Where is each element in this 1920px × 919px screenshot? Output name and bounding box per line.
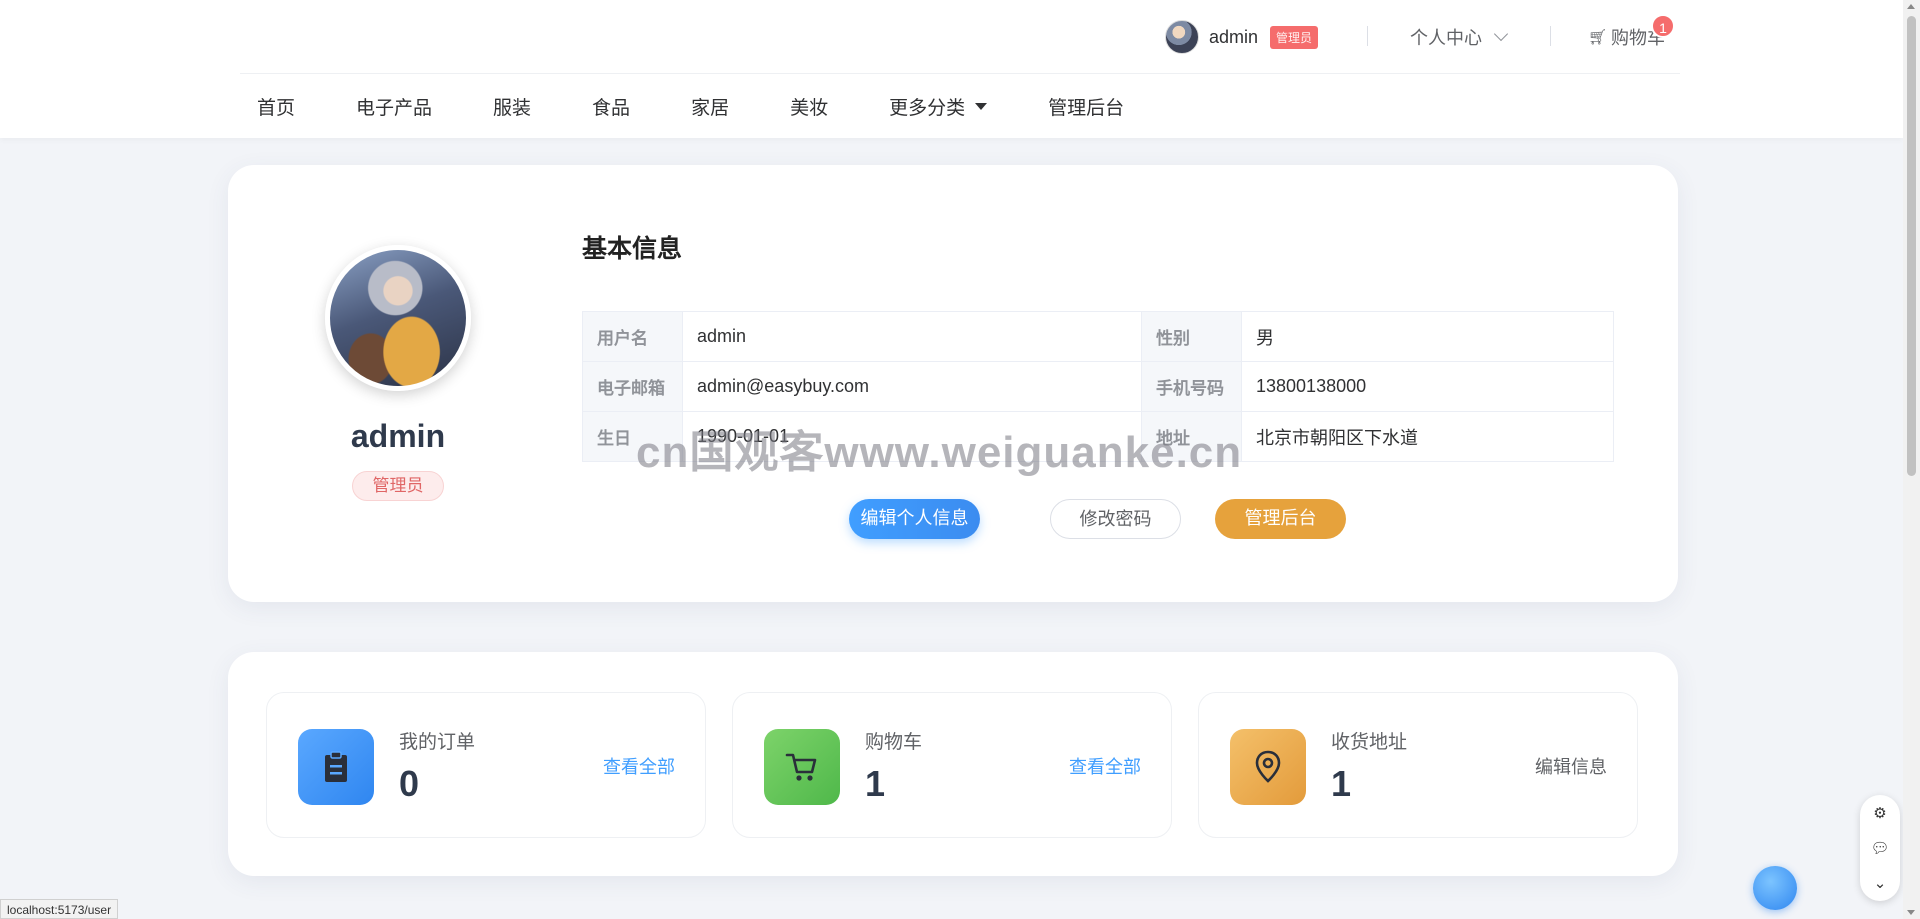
nav-item-clothing[interactable]: 服装: [493, 93, 531, 120]
watermark: cn国观客www.weiguanke.cn: [636, 428, 1243, 477]
edit-address-link[interactable]: 编辑信息: [1535, 753, 1607, 779]
orders-label: 我的订单: [399, 732, 476, 753]
cart-icon: 🛒︎: [1588, 29, 1608, 46]
nav-item-electronics[interactable]: 电子产品: [356, 93, 432, 120]
cart-count-badge: 1: [1651, 14, 1675, 38]
orders-count: 0: [399, 763, 420, 804]
cart-icon: [764, 729, 840, 805]
scroll-down-arrow[interactable]: [1907, 910, 1915, 915]
phone-value: 13800138000: [1241, 361, 1614, 412]
nav-item-home-living[interactable]: 家居: [691, 93, 729, 120]
profile-role-badge: 管理员: [352, 471, 444, 501]
profile-name: admin: [350, 418, 446, 454]
profile-actions: 编辑个人信息 修改密码 管理后台: [228, 499, 1678, 539]
nav-item-more-categories[interactable]: 更多分类: [889, 93, 988, 120]
main-nav: 首页 电子产品 服装 食品 家居 美妆 更多分类 管理后台: [240, 74, 1168, 138]
divider: [1550, 26, 1551, 46]
email-value: admin@easybuy.com: [682, 361, 1142, 412]
avatar[interactable]: [1165, 20, 1199, 54]
nav-item-beauty[interactable]: 美妆: [790, 93, 828, 120]
profile-avatar[interactable]: [325, 245, 471, 391]
username-label: 用户名: [582, 311, 683, 362]
orders-stat: 我的订单 0 查看全部: [266, 692, 706, 838]
gender-label: 性别: [1141, 311, 1242, 362]
cart-stat: 购物车 1 查看全部: [732, 692, 1172, 838]
address-stat-label: 收货地址: [1331, 732, 1408, 753]
profile-card: admin 管理员 基本信息 用户名 admin 性别 男 电子邮箱 admin…: [228, 165, 1678, 602]
divider: [1367, 26, 1368, 46]
basic-info-title: 基本信息: [582, 235, 683, 263]
caret-down-icon: [975, 102, 988, 110]
address-stat: 收货地址 1 编辑信息: [1198, 692, 1638, 838]
chevron-down-icon: [1493, 26, 1509, 42]
cart-stat-count: 1: [865, 763, 886, 804]
email-label: 电子邮箱: [582, 361, 683, 412]
table-row: 用户名 admin 性别 男: [582, 311, 1614, 362]
assistant-float-button[interactable]: [1753, 866, 1797, 910]
location-icon: [1230, 729, 1306, 805]
chevron-down-icon[interactable]: ⌄: [1874, 874, 1887, 892]
username-value: admin: [682, 311, 1142, 362]
table-row: 电子邮箱 admin@easybuy.com 手机号码 13800138000: [582, 361, 1614, 412]
admin-panel-button[interactable]: 管理后台: [1215, 499, 1346, 539]
address-value: 北京市朝阳区下水道: [1241, 411, 1614, 462]
scrollbar-thumb[interactable]: [1907, 16, 1916, 476]
scrollbar[interactable]: [1903, 0, 1920, 919]
personal-center-dropdown[interactable]: 个人中心: [1410, 24, 1509, 50]
nav-item-home[interactable]: 首页: [257, 93, 295, 120]
chat-icon[interactable]: 💬︎: [1870, 839, 1889, 857]
clipboard-icon: [298, 729, 374, 805]
change-password-button[interactable]: 修改密码: [1050, 499, 1181, 539]
phone-label: 手机号码: [1141, 361, 1242, 412]
role-badge: 管理员: [1270, 25, 1319, 49]
edit-profile-button[interactable]: 编辑个人信息: [849, 499, 980, 539]
address-stat-count: 1: [1331, 763, 1352, 804]
status-bar-url: localhost:5173/user: [0, 899, 119, 919]
nav-more-label: 更多分类: [889, 97, 966, 119]
stats-card: 我的订单 0 查看全部 购物车 1 查看全部 收货地址 1 编辑信息: [228, 652, 1678, 876]
nav-item-admin[interactable]: 管理后台: [1048, 93, 1124, 120]
gear-icon[interactable]: ⚙: [1873, 804, 1886, 822]
nav-item-food[interactable]: 食品: [592, 93, 630, 120]
site-header: admin 管理员 个人中心 🛒︎ 购物车 1 首页 电子产品 服装 食品 家居…: [0, 0, 1903, 138]
header-username[interactable]: admin: [1209, 27, 1258, 48]
top-bar: admin 管理员 个人中心 🛒︎ 购物车 1: [240, 0, 1680, 74]
personal-center-label: 个人中心: [1410, 28, 1482, 48]
scroll-up-arrow[interactable]: [1907, 4, 1915, 9]
user-menu[interactable]: admin 管理员: [1165, 20, 1319, 54]
cart-stat-label: 购物车: [865, 732, 923, 753]
view-all-orders-link[interactable]: 查看全部: [603, 753, 675, 779]
view-all-cart-link[interactable]: 查看全部: [1069, 753, 1141, 779]
gender-value: 男: [1241, 311, 1614, 362]
floating-toolbar: ⚙ 💬︎ ⌄: [1860, 795, 1900, 901]
